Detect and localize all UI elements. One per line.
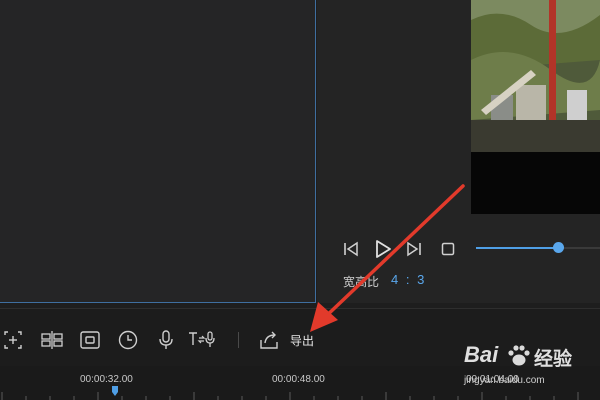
- preview-video-frame: [471, 0, 600, 152]
- crop-button[interactable]: [1, 328, 25, 352]
- voiceover-button[interactable]: [154, 328, 178, 352]
- text-to-speech-button[interactable]: [187, 328, 217, 352]
- record-screen-icon: [80, 331, 100, 349]
- crop-icon: [4, 331, 22, 349]
- watermark-site: jingyan.baidu.com: [464, 375, 545, 386]
- export-icon: [260, 331, 278, 349]
- annotation-arrow: [310, 184, 465, 332]
- media-panel: [0, 0, 316, 303]
- toolbar-divider: [238, 332, 239, 348]
- voiceover-mic-icon: [159, 330, 173, 349]
- record-screen-button[interactable]: [78, 328, 102, 352]
- text-to-speech-icon: [189, 331, 215, 347]
- watermark-brand-tail: 经验: [534, 349, 573, 370]
- paw-logo-icon: [508, 345, 530, 366]
- playhead-marker[interactable]: [112, 386, 118, 396]
- timecode-label: 00:00:48.00: [272, 374, 325, 385]
- volume-slider-thumb[interactable]: [553, 242, 564, 253]
- split-icon: [41, 331, 63, 349]
- volume-slider-fill: [476, 247, 559, 249]
- speed-clock-icon: [118, 330, 138, 350]
- split-button[interactable]: [40, 328, 64, 352]
- speed-button[interactable]: [116, 328, 140, 352]
- timecode-label: 00:00:32.00: [80, 374, 133, 385]
- baidu-jingyan-watermark: Bai 经验 jingyan.baidu.com: [460, 340, 600, 400]
- watermark-brand: Bai: [464, 342, 499, 367]
